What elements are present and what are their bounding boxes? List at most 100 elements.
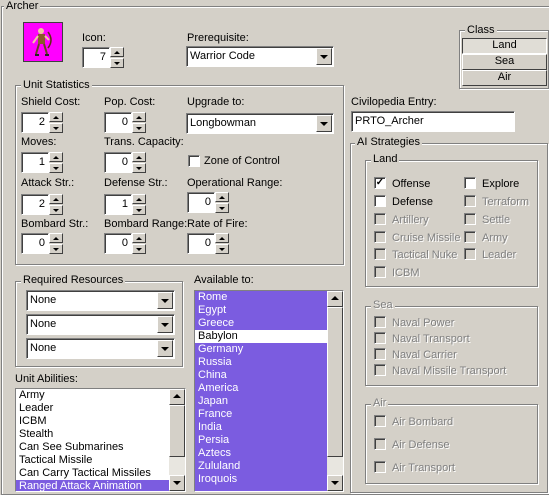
spin-down-icon[interactable] (110, 58, 124, 68)
shield-cost-spinner[interactable]: 2 (21, 112, 63, 133)
scroll-thumb[interactable] (327, 307, 343, 457)
spin-down-icon[interactable] (49, 244, 63, 254)
spin-down-icon[interactable] (132, 163, 146, 173)
chevron-down-icon[interactable] (157, 316, 173, 333)
available-to-list[interactable]: Rome Egypt Greece Babylon Germany Russia China… (194, 290, 344, 492)
resource-dropdown-1[interactable]: None (26, 290, 175, 311)
civ-list-item[interactable]: India (195, 421, 343, 434)
scroll-down-icon[interactable] (169, 475, 185, 491)
unit-icon[interactable] (23, 22, 63, 62)
spin-up-icon[interactable] (49, 152, 63, 162)
bombard-range-value[interactable]: 0 (104, 233, 132, 254)
prerequisite-dropdown[interactable]: Warrior Code (186, 46, 334, 67)
bombard-range-spinner[interactable]: 0 (104, 233, 146, 254)
resource-dropdown-2[interactable]: None (26, 314, 175, 335)
available-scrollbar[interactable] (327, 291, 343, 491)
civ-list-item[interactable]: America (195, 382, 343, 395)
chevron-down-icon[interactable] (157, 340, 173, 357)
spin-up-icon[interactable] (215, 233, 229, 243)
operational-range-value[interactable]: 0 (187, 192, 215, 213)
spin-up-icon[interactable] (132, 233, 146, 243)
scroll-up-icon[interactable] (327, 291, 343, 307)
class-land-button[interactable]: Land (462, 38, 547, 54)
attack-spinner[interactable]: 2 (21, 194, 63, 215)
scroll-up-icon[interactable] (169, 389, 185, 405)
ability-item[interactable]: Stealth (16, 428, 185, 441)
spin-up-icon[interactable] (110, 47, 124, 57)
spin-up-icon[interactable] (49, 194, 63, 204)
civ-list-item[interactable]: Japan (195, 395, 343, 408)
resource-dropdown-3[interactable]: None (26, 338, 175, 359)
spin-up-icon[interactable] (49, 112, 63, 122)
pop-cost-spinner[interactable]: 0 (104, 112, 146, 133)
spin-down-icon[interactable] (132, 244, 146, 254)
zone-of-control-label[interactable]: Zone of Control (204, 155, 280, 168)
ability-item[interactable]: Army (16, 389, 185, 402)
ability-item[interactable]: Ranged Attack Animation (16, 480, 185, 491)
spin-down-icon[interactable] (215, 244, 229, 254)
abilities-scrollbar[interactable] (169, 389, 185, 491)
class-sea-button[interactable]: Sea (462, 54, 547, 70)
operational-range-spinner[interactable]: 0 (187, 192, 229, 213)
civ-list-item[interactable]: Babylon (195, 330, 327, 343)
zone-of-control-checkbox[interactable] (188, 155, 200, 167)
civ-list-item[interactable]: France (195, 408, 343, 421)
spin-up-icon[interactable] (132, 112, 146, 122)
offense-checkbox[interactable]: ✓ (374, 177, 386, 189)
chevron-down-icon[interactable] (316, 48, 332, 65)
chevron-down-icon[interactable] (157, 292, 173, 309)
ability-item[interactable]: Can Carry Tactical Missiles (16, 467, 185, 480)
civ-list-item[interactable]: Iroquois (195, 473, 343, 486)
spin-down-icon[interactable] (49, 123, 63, 133)
class-air-button[interactable]: Air (462, 70, 547, 86)
spin-down-icon[interactable] (132, 205, 146, 215)
spin-up-icon[interactable] (49, 233, 63, 243)
attack-value[interactable]: 2 (21, 194, 49, 215)
spin-up-icon[interactable] (132, 194, 146, 204)
ability-item[interactable]: Tactical Missile (16, 454, 185, 467)
civ-list-item[interactable]: Russia (195, 356, 343, 369)
explore-label[interactable]: Explore (482, 178, 519, 191)
civ-list-item[interactable]: Rome (195, 291, 343, 304)
ability-item[interactable]: Can See Submarines (16, 441, 185, 454)
civ-list-item[interactable]: Zululand (195, 460, 343, 473)
civ-list-item[interactable]: Egypt (195, 304, 343, 317)
spin-down-icon[interactable] (49, 163, 63, 173)
rate-of-fire-value[interactable]: 0 (187, 233, 215, 254)
bombard-spinner[interactable]: 0 (21, 233, 63, 254)
spin-up-icon[interactable] (215, 192, 229, 202)
civ-list-item[interactable]: Greece (195, 317, 343, 330)
trans-capacity-spinner[interactable]: 0 (104, 152, 146, 173)
defense-strategy-label[interactable]: Defense (392, 196, 433, 209)
pop-cost-value[interactable]: 0 (104, 112, 132, 133)
spin-down-icon[interactable] (132, 123, 146, 133)
spin-down-icon[interactable] (49, 205, 63, 215)
ability-item[interactable]: ICBM (16, 415, 185, 428)
trans-capacity-value[interactable]: 0 (104, 152, 132, 173)
moves-value[interactable]: 1 (21, 152, 49, 173)
chevron-down-icon[interactable] (316, 115, 332, 132)
spin-up-icon[interactable] (132, 152, 146, 162)
civ-list-item[interactable]: Persia (195, 434, 343, 447)
scroll-down-icon[interactable] (327, 475, 343, 491)
civ-list-item[interactable]: China (195, 369, 343, 382)
icon-value[interactable]: 7 (82, 47, 110, 68)
defense-checkbox[interactable] (374, 195, 386, 207)
icon-spinner[interactable]: 7 (82, 47, 124, 68)
spin-down-icon[interactable] (215, 203, 229, 213)
defense-value[interactable]: 1 (104, 194, 132, 215)
rate-of-fire-spinner[interactable]: 0 (187, 233, 229, 254)
explore-checkbox[interactable] (464, 177, 476, 189)
civ-list-item[interactable]: Aztecs (195, 447, 343, 460)
ability-item[interactable]: Leader (16, 402, 185, 415)
civilopedia-input[interactable]: PRTO_Archer (351, 111, 515, 132)
bombard-value[interactable]: 0 (21, 233, 49, 254)
unit-abilities-list[interactable]: Army Leader ICBM Stealth Can See Submarines T… (15, 388, 186, 492)
civ-list-item[interactable]: Germany (195, 343, 343, 356)
upgrade-to-dropdown[interactable]: Longbowman (186, 113, 334, 134)
defense-spinner[interactable]: 1 (104, 194, 146, 215)
moves-spinner[interactable]: 1 (21, 152, 63, 173)
shield-cost-value[interactable]: 2 (21, 112, 49, 133)
offense-label[interactable]: Offense (392, 178, 430, 191)
scroll-thumb[interactable] (169, 405, 185, 457)
